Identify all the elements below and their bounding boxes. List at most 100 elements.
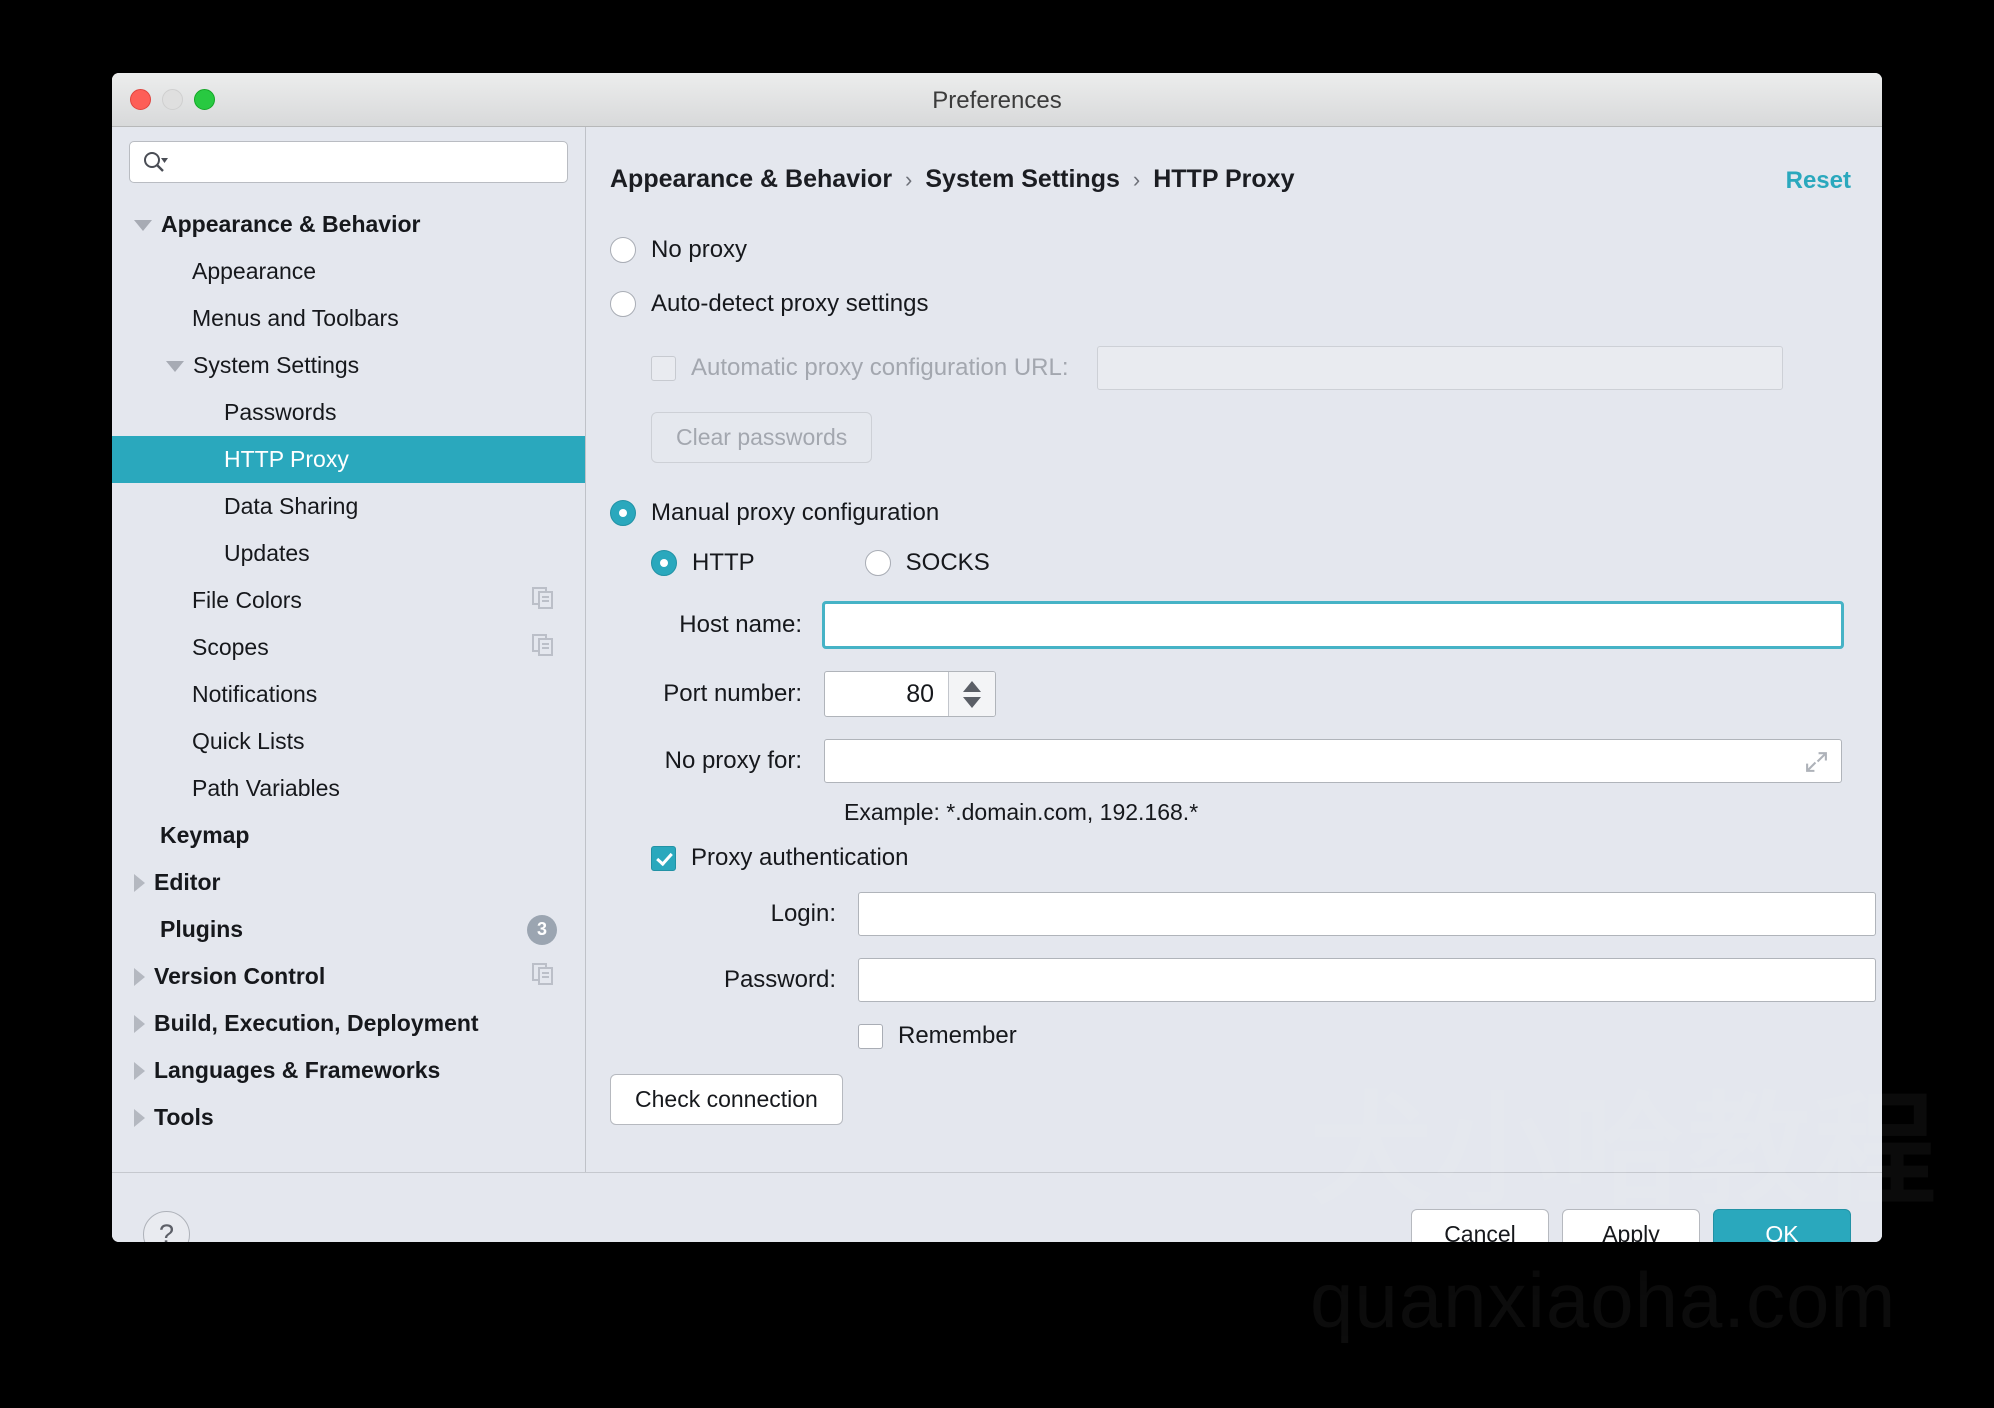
sidebar-item-updates[interactable]: Updates — [112, 530, 585, 577]
remember-label: Remember — [898, 1022, 1017, 1049]
no-proxy-for-label: No proxy for: — [664, 747, 802, 774]
password-label: Password: — [723, 966, 836, 993]
manual-proxy-radio[interactable] — [610, 500, 636, 526]
chevron-right-icon[interactable] — [134, 873, 145, 892]
no-proxy-label: No proxy — [651, 236, 748, 263]
help-button[interactable]: ? — [143, 1210, 190, 1242]
copy-icon — [531, 633, 555, 663]
proxy-auth-row[interactable]: Proxy authentication — [651, 844, 1882, 872]
chevron-right-icon[interactable] — [134, 967, 145, 986]
sidebar-item-plugins[interactable]: Plugins 3 — [112, 906, 585, 953]
sidebar-item-label: Appearance — [192, 258, 317, 284]
breadcrumb-separator-icon: › — [1132, 166, 1141, 192]
sidebar-item-keymap[interactable]: Keymap — [112, 812, 585, 859]
sidebar-item-menus-and-toolbars[interactable]: Menus and Toolbars — [112, 295, 585, 342]
sidebar-item-http-proxy[interactable]: HTTP Proxy — [112, 436, 585, 483]
auto-detect-proxy-radio[interactable] — [610, 291, 636, 317]
password-row: Password: — [610, 958, 1882, 1002]
sidebar-item-file-colors[interactable]: File Colors — [112, 577, 585, 624]
sidebar-item-label: Scopes — [192, 634, 269, 660]
sidebar-item-passwords[interactable]: Passwords — [112, 389, 585, 436]
sidebar-item-label: Updates — [224, 540, 310, 566]
sidebar-item-label: Notifications — [192, 681, 318, 707]
watermark-url: quanxiaoha.com — [1310, 1256, 1897, 1344]
settings-search-box[interactable] — [129, 141, 568, 183]
no-proxy-radio[interactable] — [610, 237, 636, 263]
protocol-socks-radio[interactable] — [864, 550, 891, 576]
radio-row-manual-proxy[interactable]: Manual proxy configuration — [610, 489, 1882, 537]
chevron-right-icon[interactable] — [134, 1108, 145, 1127]
password-input[interactable] — [858, 958, 1876, 1002]
ok-button[interactable]: OK — [1713, 1208, 1851, 1242]
host-name-input[interactable] — [822, 601, 1844, 649]
chevron-right-icon[interactable] — [134, 1061, 145, 1080]
footer-button-group: Cancel Apply OK — [1411, 1208, 1851, 1242]
clear-passwords-button: Clear passwords — [651, 412, 873, 463]
settings-content-pane: Appearance & Behavior › System Settings … — [586, 127, 1882, 1172]
sidebar-item-build-execution-deployment[interactable]: Build, Execution, Deployment — [112, 1000, 585, 1047]
search-input[interactable] — [168, 148, 567, 176]
chevron-down-icon[interactable] — [166, 361, 184, 372]
breadcrumb-item-http-proxy: HTTP Proxy — [1153, 165, 1295, 193]
apply-button[interactable]: Apply — [1562, 1208, 1700, 1242]
chevron-down-icon[interactable] — [134, 220, 152, 231]
sidebar-item-badge: 3 — [527, 914, 557, 945]
sidebar-item-languages-frameworks[interactable]: Languages & Frameworks — [112, 1047, 585, 1094]
breadcrumb-item-system-settings[interactable]: System Settings — [925, 165, 1120, 194]
expand-icon[interactable] — [1804, 749, 1829, 779]
sidebar-item-label: Menus and Toolbars — [192, 305, 399, 331]
chevron-up-icon[interactable] — [963, 680, 981, 692]
cancel-button[interactable]: Cancel — [1411, 1208, 1549, 1242]
sidebar-item-path-variables[interactable]: Path Variables — [112, 765, 585, 812]
example-hint: Example: *.domain.com, 192.168.* — [844, 799, 1199, 825]
sidebar-item-label: Keymap — [160, 822, 250, 848]
sidebar-item-label: Plugins — [160, 916, 244, 942]
sidebar-item-quick-lists[interactable]: Quick Lists — [112, 718, 585, 765]
chevron-right-icon[interactable] — [134, 1014, 145, 1033]
sidebar-item-label: Languages & Frameworks — [154, 1057, 441, 1083]
radio-row-auto-detect[interactable]: Auto-detect proxy settings — [610, 280, 1882, 328]
settings-tree: Appearance & Behavior Appearance Menus and… — [112, 201, 585, 1141]
remember-checkbox[interactable] — [858, 1023, 883, 1049]
port-number-stepper[interactable]: 80 — [824, 671, 996, 717]
radio-row-no-proxy[interactable]: No proxy — [610, 226, 1882, 274]
sidebar-item-tools[interactable]: Tools — [112, 1094, 585, 1141]
sidebar-item-version-control[interactable]: Version Control — [112, 953, 585, 1000]
sidebar-item-scopes[interactable]: Scopes — [112, 624, 585, 671]
reset-link[interactable]: Reset — [1786, 167, 1851, 195]
login-input[interactable] — [858, 892, 1876, 936]
protocol-radio-group: HTTP SOCKS — [651, 549, 1882, 577]
no-proxy-for-input[interactable] — [824, 739, 1842, 783]
search-icon — [142, 150, 168, 174]
example-hint-row: Example: *.domain.com, 192.168.* — [844, 799, 1882, 826]
sidebar-item-data-sharing[interactable]: Data Sharing — [112, 483, 585, 530]
port-number-arrows[interactable] — [948, 672, 995, 716]
sidebar-item-label: Passwords — [224, 399, 337, 425]
sidebar-item-editor[interactable]: Editor — [112, 859, 585, 906]
breadcrumb-item-appearance-behavior[interactable]: Appearance & Behavior — [610, 165, 892, 194]
remember-row[interactable]: Remember — [858, 1022, 1882, 1050]
sidebar-item-notifications[interactable]: Notifications — [112, 671, 585, 718]
host-name-row: Host name: — [610, 601, 1882, 649]
protocol-http-radio[interactable] — [651, 550, 677, 576]
check-connection-button[interactable]: Check connection — [610, 1074, 843, 1125]
proxy-authentication-label: Proxy authentication — [691, 844, 909, 871]
port-number-value[interactable]: 80 — [825, 672, 948, 716]
sidebar-item-system-settings[interactable]: System Settings — [112, 342, 585, 389]
sidebar-item-label: Editor — [154, 869, 221, 895]
sidebar-item-appearance-behavior[interactable]: Appearance & Behavior — [112, 201, 585, 248]
auto-config-url-input — [1096, 346, 1783, 390]
breadcrumb-separator-icon: › — [905, 166, 913, 192]
proxy-authentication-checkbox[interactable] — [651, 845, 676, 871]
sidebar-item-appearance[interactable]: Appearance — [112, 248, 585, 295]
sidebar-item-label: Path Variables — [192, 775, 340, 801]
chevron-down-icon[interactable] — [963, 696, 981, 708]
